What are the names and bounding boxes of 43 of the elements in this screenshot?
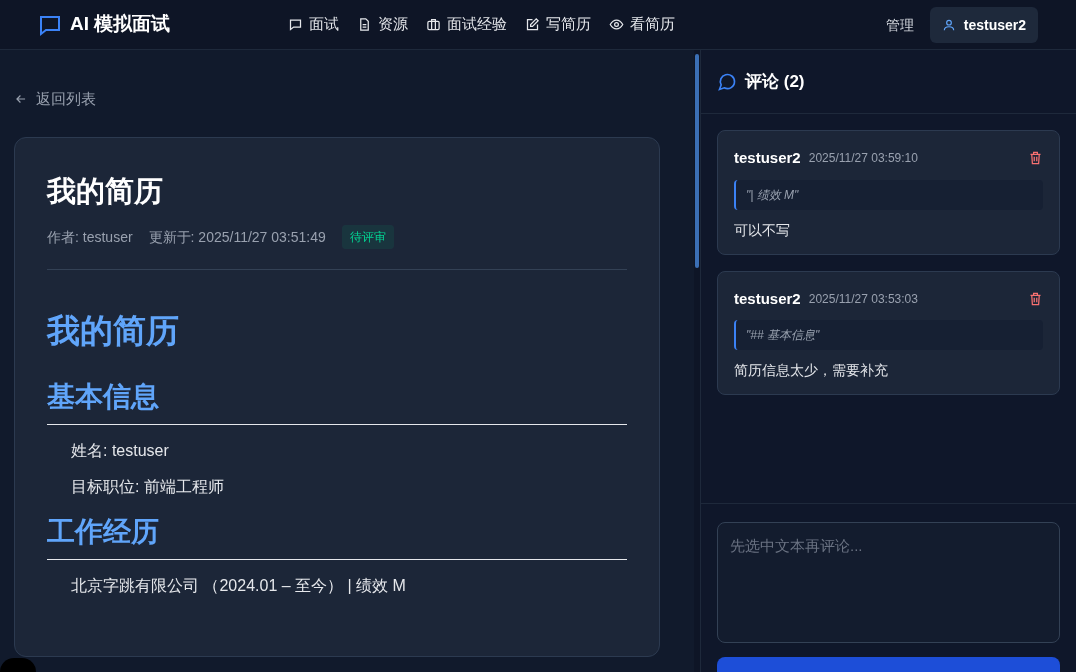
heading: 我的简历 xyxy=(47,311,180,351)
nav-link[interactable]: 面试经验 xyxy=(424,13,509,36)
nav-link[interactable]: 资源 xyxy=(355,13,410,36)
eye-icon xyxy=(609,17,624,32)
comment-author: testuser2 xyxy=(734,148,801,168)
comment-time: 2025/11/27 03:53:03 xyxy=(808,290,918,307)
scrollbar-thumb[interactable] xyxy=(695,54,699,268)
user-icon xyxy=(941,17,956,32)
edit-icon xyxy=(525,17,540,32)
nav-link[interactable]: 写简历 xyxy=(523,13,593,36)
document-icon xyxy=(357,17,372,32)
section-heading: 基本信息 xyxy=(47,375,627,425)
resume-text: 目标职位: 前端工程师 xyxy=(70,476,225,497)
quoted-text: "## 基本信息" xyxy=(734,320,1043,350)
nav-link[interactable]: 面试 xyxy=(286,13,341,36)
quoted-text: "| 绩效 M" xyxy=(734,179,1043,210)
section-heading: 工作经历 xyxy=(47,510,627,560)
comments-title: 评论 (2) xyxy=(745,70,805,93)
comment-author: testuser2 xyxy=(734,288,801,309)
briefcase-icon xyxy=(426,17,441,32)
back-link[interactable]: 返回列表 xyxy=(14,88,680,111)
delete-button[interactable] xyxy=(1028,290,1043,307)
chat-icon xyxy=(288,17,303,32)
comment-text: 可以不写 xyxy=(734,220,791,240)
resume-text: 北京字跳有限公司 （2024.01 – 至今） | 绩效 M xyxy=(70,575,407,596)
author-text: 作者: testuser xyxy=(47,228,133,247)
submit-comment-button[interactable] xyxy=(717,657,1060,672)
admin-link[interactable]: 管理 xyxy=(885,14,914,35)
status-badge: 待评审 xyxy=(341,225,394,249)
comment-input[interactable]: 先选中文本再评论... xyxy=(717,522,1060,643)
delete-button[interactable] xyxy=(1028,150,1043,167)
comment-time: 2025/11/27 03:59:10 xyxy=(808,150,918,167)
dev-indicator-icon[interactable] xyxy=(0,658,36,672)
app-logo-text[interactable]: AI 模拟面试 xyxy=(70,10,171,39)
resume-title: 我的简历 xyxy=(47,173,164,209)
user-menu-button[interactable]: testuser2 xyxy=(929,6,1038,43)
trash-icon xyxy=(1028,290,1043,307)
comment-icon xyxy=(717,71,737,92)
resume-text: 姓名: testuser xyxy=(70,440,170,461)
trash-icon xyxy=(1028,150,1043,167)
updated-time: 更新于: 2025/11/27 03:51:49 xyxy=(148,228,326,247)
nav-link[interactable]: 看简历 xyxy=(607,13,677,36)
comment-text: 简历信息太少，需要补充 xyxy=(734,361,889,380)
